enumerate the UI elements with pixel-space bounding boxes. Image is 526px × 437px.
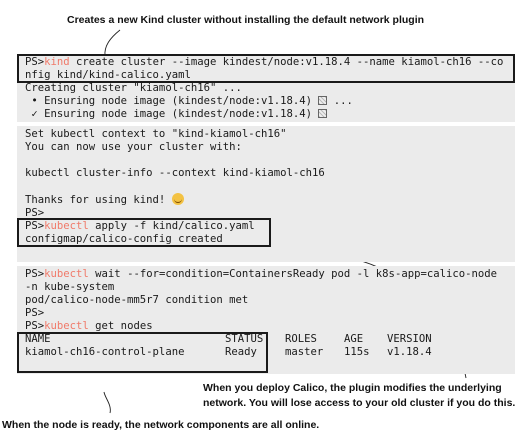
command-args: wait --for=condition=ContainersReady pod… [88,268,497,280]
command-name: kubectl [44,268,89,280]
smiley-emoji-icon [171,193,184,205]
table-cell-version: v1.18.4 [387,346,432,358]
table-header-version: VERSION [387,333,432,345]
callout-bottom: When the node is ready, the network comp… [2,419,320,431]
table-cell-roles: master [285,346,324,358]
callout-top: Creates a new Kind cluster without insta… [67,14,425,26]
terminal-line: • Ensuring node image (kindest/node:v1.1… [25,95,353,108]
prompt: PS> [25,268,45,280]
package-icon [318,109,328,118]
terminal-line: Creating cluster "kiamol-ch16" ... [25,82,242,94]
terminal-line: -n kube-system [25,281,115,293]
callout-right-line1: When you deploy Calico, the plugin modif… [203,382,502,394]
terminal-line: pod/calico-node-mm5r7 condition met [25,294,249,306]
table-header-age: AGE [344,333,364,345]
terminal-line: ✓ Ensuring node image (kindest/node:v1.1… [25,108,328,121]
terminal-line: You can now use your cluster with: [25,141,242,153]
terminal-line: PS>kubectl wait --for=condition=Containe… [25,268,497,281]
terminal-text: ... [327,95,353,107]
highlight-box-status-column [17,332,268,373]
terminal-text: ✓ Ensuring node image (kindest/node:v1.1… [25,108,313,120]
callout-right-line2: network. You will lose access to your ol… [203,397,516,409]
terminal-line: Set kubectl context to "kind-kiamol-ch16… [25,128,287,140]
table-header-roles: ROLES [285,333,317,345]
highlight-box-apply-command [17,218,271,247]
terminal-line: kubectl cluster-info --context kind-kiam… [25,167,325,179]
prompt: PS> [25,320,45,332]
command-args: get nodes [88,320,153,332]
command-name: kubectl [44,320,89,332]
terminal-text: Thanks for using kind! [25,194,172,206]
highlight-box-create-command [17,54,515,83]
table-cell-age: 115s [344,346,370,358]
terminal-line: PS> [25,307,45,319]
terminal-line: Thanks for using kind! [25,193,184,207]
terminal-text: • Ensuring node image (kindest/node:v1.1… [25,95,313,107]
